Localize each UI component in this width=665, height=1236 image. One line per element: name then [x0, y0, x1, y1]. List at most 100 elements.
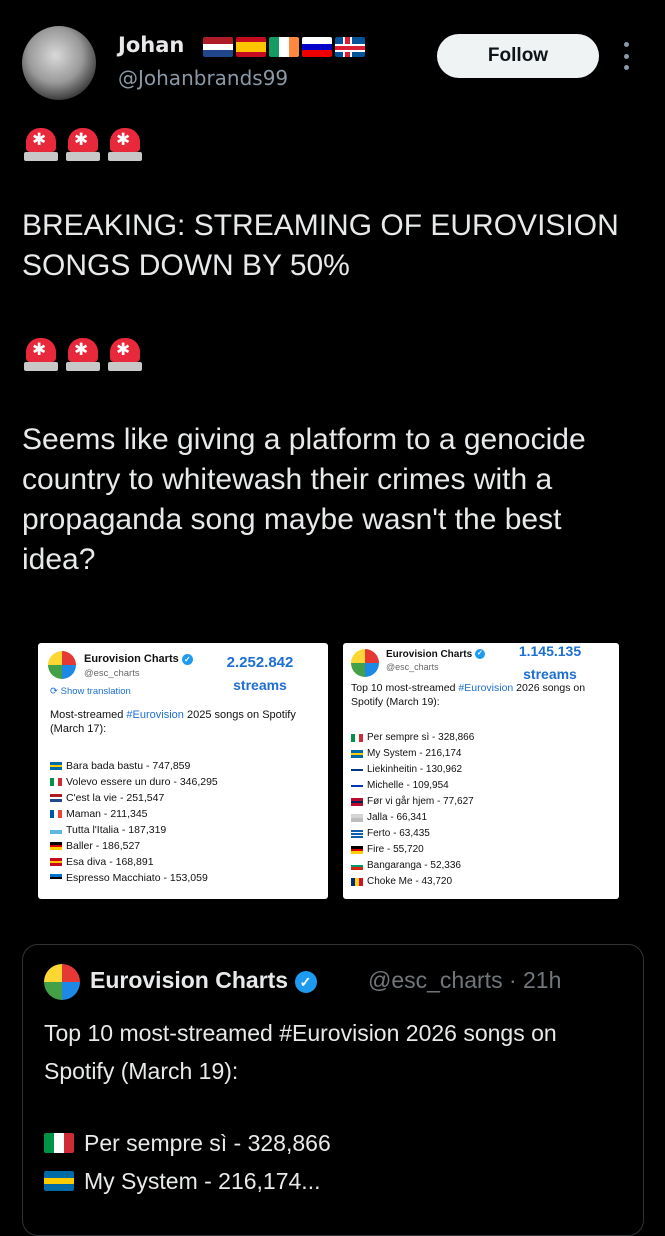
song-entry: Maman - 211,345	[50, 806, 218, 822]
song-entry-text: Baller - 186,527	[66, 840, 141, 852]
song-entry-text: Per sempre sì - 328,866	[367, 732, 475, 743]
flag-fr-icon	[50, 810, 62, 818]
quoted-author-avatar[interactable]	[44, 964, 80, 1000]
esc-charts-logo-icon	[48, 651, 76, 679]
flag-si-icon	[302, 37, 332, 57]
image-caption: Most-streamed #Eurovision 2025 songs on …	[50, 709, 296, 735]
song-entry: Choke Me - 43,720	[351, 874, 474, 890]
song-entry: Fire - 55,720	[351, 842, 474, 858]
flag-es-icon	[50, 858, 62, 866]
quoted-song-list: Per sempre sì - 328,866 My System - 216,1…	[44, 1124, 331, 1200]
streams-total: 1.145.135	[518, 643, 582, 659]
image-2026-chart[interactable]: Eurovision Charts ✓ @esc_charts 1.145.13…	[343, 643, 619, 899]
song-entry: Per sempre sì - 328,866	[44, 1124, 331, 1162]
more-options-icon[interactable]	[621, 42, 631, 70]
verified-icon: ✓	[474, 649, 485, 660]
streams-label: streams	[233, 677, 287, 693]
flag-bg-icon	[351, 862, 363, 870]
song-entry: Volevo essere un duro - 346,295	[50, 774, 218, 790]
song-entry-text: My System - 216,174...	[84, 1168, 321, 1194]
song-entry: Tutta l'Italia - 187,319	[50, 822, 218, 838]
song-entry: Jalla - 66,341	[351, 810, 474, 826]
song-entry: Espresso Macchiato - 153,059	[50, 870, 218, 886]
flag-it-icon	[44, 1133, 74, 1153]
author-handle[interactable]: @Johanbrands99	[118, 66, 288, 90]
song-entry: My System - 216,174	[351, 746, 474, 762]
flag-nl-icon	[50, 794, 62, 802]
song-entry: Baller - 186,527	[50, 838, 218, 854]
song-entry-text: Jalla - 66,341	[367, 812, 428, 823]
image-2025-chart[interactable]: Eurovision Charts ✓ @esc_charts ⟳ Show t…	[38, 643, 328, 899]
song-entry: Esa diva - 168,891	[50, 854, 218, 870]
flag-sm-icon	[50, 826, 62, 834]
flag-de-icon	[50, 842, 62, 850]
song-entry-text: Liekinheitin - 130,962	[367, 764, 463, 775]
song-entry-text: Per sempre sì - 328,866	[84, 1130, 331, 1156]
image-author-handle: @esc_charts	[84, 668, 140, 679]
flag-de-icon	[351, 846, 363, 854]
flag-se-icon	[44, 1171, 74, 1191]
song-entry: Ferto - 63,435	[351, 826, 474, 842]
tweet-body: Seems like giving a platform to a genoci…	[22, 423, 586, 576]
song-entry-text: Tutta l'Italia - 187,319	[66, 824, 167, 836]
siren-icon	[24, 126, 58, 162]
flag-gr-icon	[351, 830, 363, 838]
author-avatar[interactable]	[22, 26, 96, 100]
image-author-name: Eurovision Charts	[84, 653, 179, 665]
streams-label: streams	[523, 666, 577, 682]
image-song-list: Per sempre sì - 328,866 My System - 216,1…	[351, 730, 474, 890]
siren-emoji-row-2	[24, 336, 142, 372]
song-entry-text: C'est la vie - 251,547	[66, 792, 165, 804]
image-author-handle: @esc_charts	[386, 662, 439, 672]
song-entry-text: Volevo essere un duro - 346,295	[66, 776, 218, 788]
song-entry: My System - 216,174...	[44, 1162, 331, 1200]
flag-fi-icon	[351, 766, 363, 774]
tweet-headline: BREAKING: STREAMING OF EUROVISION SONGS …	[22, 209, 619, 282]
song-entry-text: My System - 216,174	[367, 748, 462, 759]
song-entry: Før vi går hjem - 77,627	[351, 794, 474, 810]
follow-button[interactable]: Follow	[437, 34, 599, 78]
show-translation: ⟳ Show translation	[50, 686, 131, 697]
song-entry-text: Maman - 211,345	[66, 808, 148, 820]
image-caption: Top 10 most-streamed #Eurovision 2026 so…	[351, 682, 586, 708]
flag-it-icon	[50, 778, 62, 786]
song-entry-text: Før vi går hjem - 77,627	[367, 796, 474, 807]
flag-ee-icon	[50, 874, 62, 882]
siren-icon	[66, 336, 100, 372]
verified-icon: ✓	[181, 653, 193, 665]
song-entry-text: Ferto - 63,435	[367, 828, 430, 839]
song-entry: Per sempre sì - 328,866	[351, 730, 474, 746]
flag-nl-icon	[203, 37, 233, 57]
author-name[interactable]: Johan	[118, 33, 184, 57]
song-entry: Bara bada bastu - 747,859	[50, 758, 218, 774]
quoted-author-handle-time[interactable]: @esc_charts · 21h	[368, 967, 561, 994]
flag-it-icon	[351, 734, 363, 742]
flag-es-icon	[236, 37, 266, 57]
song-entry-text: Fire - 55,720	[367, 844, 424, 855]
quoted-author-name[interactable]: Eurovision Charts	[90, 967, 288, 993]
flag-il-icon	[351, 782, 363, 790]
flag-ma-icon	[351, 814, 363, 822]
song-entry-text: Michelle - 109,954	[367, 780, 449, 791]
siren-icon	[24, 336, 58, 372]
siren-icon	[108, 126, 142, 162]
esc-charts-logo-icon	[351, 649, 379, 677]
song-entry-text: Bara bada bastu - 747,859	[66, 760, 191, 772]
song-entry: Michelle - 109,954	[351, 778, 474, 794]
siren-emoji-row-1	[24, 126, 142, 162]
song-entry-text: Esa diva - 168,891	[66, 856, 154, 868]
streams-total: 2.252.842	[226, 654, 294, 671]
author-flags	[203, 37, 365, 57]
verified-icon: ✓	[294, 970, 317, 993]
song-entry-text: Choke Me - 43,720	[367, 876, 453, 887]
song-entry: Liekinheitin - 130,962	[351, 762, 474, 778]
flag-ie-icon	[269, 37, 299, 57]
song-entry-text: Espresso Macchiato - 153,059	[66, 872, 208, 884]
flag-no-icon	[351, 798, 363, 806]
siren-icon	[66, 126, 100, 162]
song-entry-text: Bangaranga - 52,336	[367, 860, 461, 871]
flag-se-icon	[351, 750, 363, 758]
flag-se-icon	[50, 762, 62, 770]
flag-ro-icon	[351, 878, 363, 886]
quoted-tweet-text: Top 10 most-streamed #Eurovision 2026 so…	[44, 1020, 557, 1084]
